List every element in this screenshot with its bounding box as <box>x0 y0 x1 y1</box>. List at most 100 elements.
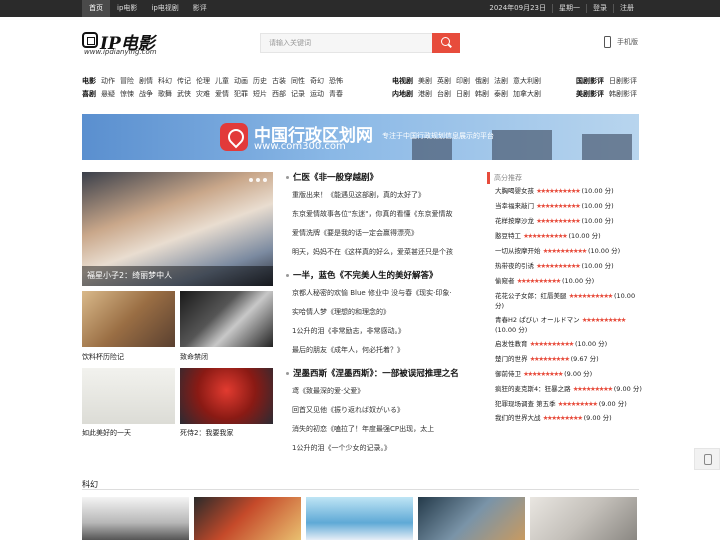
nav-item[interactable]: 科幻 <box>158 75 172 88</box>
nav-item[interactable]: 青春 <box>329 88 343 101</box>
article-link[interactable]: 实哈情人梦《理想的和理念的》 <box>286 303 476 322</box>
nav-item[interactable]: 记录 <box>291 88 305 101</box>
nav-item[interactable]: 泰剧 <box>494 88 508 101</box>
article-link[interactable]: 1公升的泪《一个少女的记录。》 <box>286 439 476 458</box>
nav-item[interactable]: 爱情 <box>215 88 229 101</box>
nav-item[interactable]: 美剧 <box>418 75 432 88</box>
article-link[interactable]: 消失的初恋《嗑拉了！年度最强CP出现，太上 <box>286 420 476 439</box>
rank-item[interactable]: 犯罪现场调查 第五季 ★★★★★★★★★ (9.00 分) <box>487 397 637 411</box>
nav-item[interactable]: 战争 <box>139 88 153 101</box>
login-link[interactable]: 登录 <box>586 4 613 13</box>
ad-banner[interactable]: 中国行政区划网 www.com300.com 专注于中国行政规划信息展示的平台 <box>82 114 639 160</box>
nav-item[interactable]: 加拿大剧 <box>513 88 541 101</box>
nav-item[interactable]: 韩剧影评 <box>609 88 637 101</box>
nav-mainland-tv[interactable]: 内地剧 <box>392 88 413 101</box>
nav-item[interactable]: 歌舞 <box>158 88 172 101</box>
register-link[interactable]: 注册 <box>613 4 640 13</box>
rank-item[interactable]: 热带夜的引诱 ★★★★★★★★★★ (10.00 分) <box>487 259 637 274</box>
nav-item[interactable]: 历史 <box>253 75 267 88</box>
article-link[interactable]: 最后的朋友《成年人，何必托着？》 <box>286 341 476 360</box>
rank-item[interactable]: 一切从按摩开始 ★★★★★★★★★★ (10.00 分) <box>487 244 637 259</box>
rank-item[interactable]: 当幸福来敲门 ★★★★★★★★★★ (10.00 分) <box>487 199 637 214</box>
nav-item[interactable]: 奇幻 <box>310 75 324 88</box>
thumb-image[interactable] <box>82 368 175 424</box>
nav-tv[interactable]: 电视剧 <box>392 75 413 88</box>
poster-thumb[interactable] <box>194 497 301 540</box>
thumb-caption[interactable]: 如此美好的一天 <box>82 428 131 438</box>
nav-item[interactable]: 犯罪 <box>234 88 248 101</box>
nav-item[interactable]: 惊悚 <box>120 88 134 101</box>
thumb-caption[interactable]: 死侍2：我要我家 <box>180 428 233 438</box>
rank-item[interactable]: 疯狂的麦克斯4：狂暴之路 ★★★★★★★★★ (9.00 分) <box>487 382 642 397</box>
article-link[interactable]: 京都人秘密的欢愉 Blue 修业中 没与春《现实·印象· <box>286 284 476 303</box>
nav-item[interactable]: 动作 <box>101 75 115 88</box>
rank-item[interactable]: 御前侍卫 ★★★★★★★★★ (9.00 分) <box>487 367 637 382</box>
nav-item[interactable]: 恐怖 <box>329 75 343 88</box>
poster-thumb[interactable] <box>418 497 525 540</box>
featured-slide[interactable]: 福星小子2：绮丽梦中人 <box>82 172 273 286</box>
nav-item[interactable]: 伦理 <box>196 75 210 88</box>
rank-item[interactable]: 青春H2 ぱびい オールドマン ★★★★★★★★★★ (10.00 分) <box>487 313 637 337</box>
article-headline[interactable]: 一半，蓝色《不完美人生的美好解答》 <box>286 270 476 282</box>
nav-cn-review[interactable]: 国剧影评 <box>576 75 604 88</box>
rank-item[interactable]: 花样按摩沙龙 ★★★★★★★★★★ (10.00 分) <box>487 214 637 229</box>
site-logo[interactable]: IP电影 www.ipdianying.com <box>82 30 172 58</box>
mobile-link[interactable]: 手机版 <box>604 36 638 48</box>
thumb-caption[interactable]: 饮料杯历险记 <box>82 352 124 362</box>
nav-item[interactable]: 剧情 <box>139 75 153 88</box>
nav-us-review[interactable]: 美剧影评 <box>576 88 604 101</box>
article-link[interactable]: 1公升的泪《非常励志，非常感动。》 <box>286 322 476 341</box>
nav-item[interactable]: 动画 <box>234 75 248 88</box>
nav-item[interactable]: 俄剧 <box>475 75 489 88</box>
thumb-image[interactable] <box>180 368 273 424</box>
nav-item[interactable]: 短片 <box>253 88 267 101</box>
top-nav-review[interactable]: 影评 <box>186 0 214 17</box>
top-nav-ip-movie[interactable]: ip电影 <box>110 0 144 17</box>
section-title[interactable]: 科幻 <box>82 480 98 489</box>
top-nav-home[interactable]: 首页 <box>82 0 110 17</box>
nav-item[interactable]: 灾难 <box>196 88 210 101</box>
search-input[interactable]: 请输入关键词 <box>260 33 432 53</box>
nav-item[interactable]: 意大利剧 <box>513 75 541 88</box>
nav-item[interactable]: 儿童 <box>215 75 229 88</box>
nav-item[interactable]: 西部 <box>272 88 286 101</box>
article-link[interactable]: 回首又见他《振り返れば奴がいる》 <box>286 401 476 420</box>
nav-item[interactable]: 韩剧 <box>475 88 489 101</box>
nav-item[interactable]: 日剧影评 <box>609 75 637 88</box>
thumb-image[interactable] <box>82 291 175 347</box>
side-phone-button[interactable] <box>694 448 720 470</box>
rank-item[interactable]: 花花公子女郎：红唇美腿 ★★★★★★★★★★ (10.00 分) <box>487 289 637 313</box>
nav-comedy[interactable]: 喜剧 <box>82 88 96 101</box>
nav-item[interactable]: 冒险 <box>120 75 134 88</box>
nav-item[interactable]: 运动 <box>310 88 324 101</box>
nav-movie[interactable]: 电影 <box>82 75 96 88</box>
article-link[interactable]: 鸢《致最深的爱·父爱》 <box>286 382 476 401</box>
poster-thumb[interactable] <box>530 497 637 540</box>
rank-item[interactable]: 大胸喝婴女孩 ★★★★★★★★★★ (10.00 分) <box>487 184 637 199</box>
article-link[interactable]: 爱情洗牌《要是我的话一定会赢得漂亮》 <box>286 224 476 243</box>
nav-item[interactable]: 古装 <box>272 75 286 88</box>
article-headline[interactable]: 涅墨西斯《涅墨西斯》：一部被误冠推理之名 <box>286 368 476 380</box>
rank-item[interactable]: 憨豆特工 ★★★★★★★★★★ (10.00 分) <box>487 229 637 244</box>
nav-item[interactable]: 法剧 <box>494 75 508 88</box>
search-button[interactable] <box>432 33 460 53</box>
article-link[interactable]: 明天，妈妈不在《这样真的好么，爱菜甚还只是个孩 <box>286 243 476 262</box>
article-headline[interactable]: 仁医《非一般穿越剧》 <box>286 172 476 184</box>
rank-item[interactable]: 启发性教育 ★★★★★★★★★★ (10.00 分) <box>487 337 637 352</box>
nav-item[interactable]: 传记 <box>177 75 191 88</box>
nav-item[interactable]: 港剧 <box>418 88 432 101</box>
nav-item[interactable]: 日剧 <box>456 88 470 101</box>
rank-item[interactable]: 楚门的世界 ★★★★★★★★★ (9.67 分) <box>487 352 637 367</box>
rank-item[interactable]: 偷窥者 ★★★★★★★★★★ (10.00 分) <box>487 274 637 289</box>
rank-item[interactable]: 我们的世界大战 ★★★★★★★★★ (9.00 分) <box>487 411 637 426</box>
nav-item[interactable]: 武侠 <box>177 88 191 101</box>
poster-thumb[interactable] <box>306 497 413 540</box>
thumb-caption[interactable]: 致命禁闭 <box>180 352 208 362</box>
nav-item[interactable]: 台剧 <box>437 88 451 101</box>
nav-item[interactable]: 印剧 <box>456 75 470 88</box>
nav-item[interactable]: 英剧 <box>437 75 451 88</box>
nav-item[interactable]: 同性 <box>291 75 305 88</box>
thumb-image[interactable] <box>180 291 273 347</box>
article-link[interactable]: 重版出来！《能遇见这部剧，真的太好了》 <box>286 186 476 205</box>
top-nav-ip-tv[interactable]: ip电视剧 <box>144 0 185 17</box>
